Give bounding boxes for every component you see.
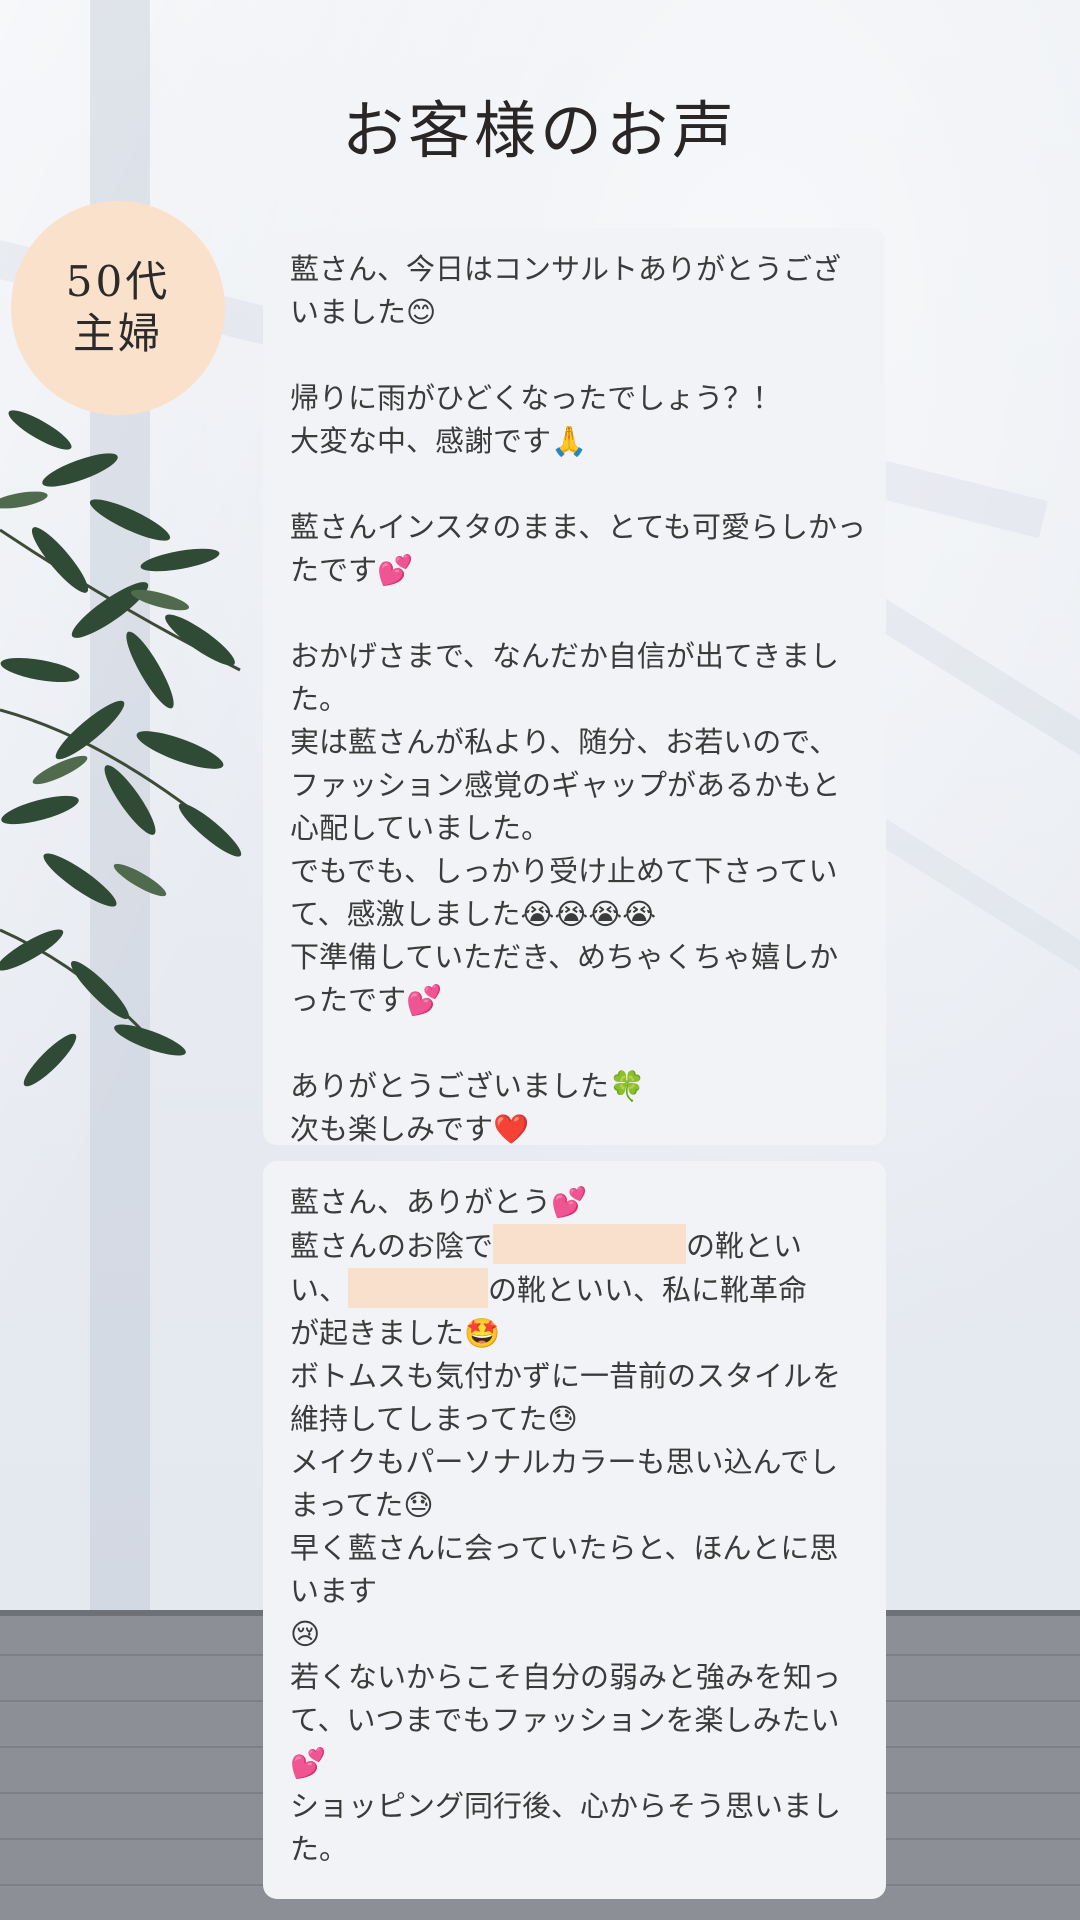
redacted-brand-mask xyxy=(493,1224,687,1264)
message-text: の靴といい、私に靴革命 xyxy=(488,1273,808,1307)
message-text: い、 xyxy=(290,1273,349,1307)
message-text: 藍さん、ありがとう💕 xyxy=(290,1185,588,1219)
message-text: 大変な中、感謝です🙏 xyxy=(290,424,588,458)
message-text: 藍さんのお陰で xyxy=(290,1229,494,1263)
message-text: 藍さんのお陰で の靴とい xyxy=(290,1224,866,1268)
message-text: 若くないからこそ自分の弱みと強みを知って、いつまでもファッションを楽しみたい💕 xyxy=(290,1660,842,1780)
redacted-brand-mask xyxy=(348,1268,489,1308)
message-text: ボトムスも気付かずに一昔前のスタイルを維持してしまってた😓 xyxy=(290,1359,842,1436)
message-text: メイクもパーソナルカラーも思い込んでしまってた😓 xyxy=(290,1445,839,1522)
message-text: 早く藍さんに会っていたらと、ほんとに思います xyxy=(290,1531,839,1608)
badge-age: 50代 xyxy=(65,257,171,306)
message-text: おかげさまで、なんだか自信が出てきました。 xyxy=(290,639,839,716)
message-text: の靴とい xyxy=(686,1229,803,1263)
message-text: ショッピング同行後、心からそう思いました。 xyxy=(290,1789,842,1866)
message-text: が起きました🤩 xyxy=(290,1316,501,1350)
message-text: でもでも、しっかり受け止めて下さっていて、感激しました😭😭😭😭 xyxy=(290,854,838,931)
message-text: 下準備していただき、めちゃくちゃ嬉しかったです💕 xyxy=(290,940,839,1017)
message-text: 藍さんインスタのまま、とても可愛らしかったです💕 xyxy=(290,510,866,587)
page-title: お客様のお声 xyxy=(341,94,738,167)
message-text: 😢 xyxy=(290,1617,321,1651)
testimonial-card-1: 藍さん、今日はコンサルトありがとうございました😊 帰りに雨がひどくなったでしょう… xyxy=(263,228,886,1146)
message-text: 実は藍さんが私より、随分、お若いので、ファッション感覚のギャップがあるかもと心配… xyxy=(290,725,841,845)
message-text: 帰りに雨がひどくなったでしょう？！ xyxy=(290,381,782,415)
message-text: ありがとうございました🍀 xyxy=(290,1069,646,1103)
badge-role: 主婦 xyxy=(72,309,163,358)
message-text: 次も楽しみです❤️ xyxy=(290,1112,530,1146)
plant-illustration xyxy=(0,410,242,1087)
testimonial-card-2: 藍さん、ありがとう💕 藍さんのお陰で の靴とい い、 の靴といい、私に靴革命 が起き… xyxy=(263,1161,886,1899)
customer-badge: 50代 主婦 xyxy=(11,201,225,415)
message-text: い、 の靴といい、私に靴革命 xyxy=(290,1268,866,1312)
message-text: 藍さん、今日はコンサルトありがとうございました😊 xyxy=(290,252,842,329)
